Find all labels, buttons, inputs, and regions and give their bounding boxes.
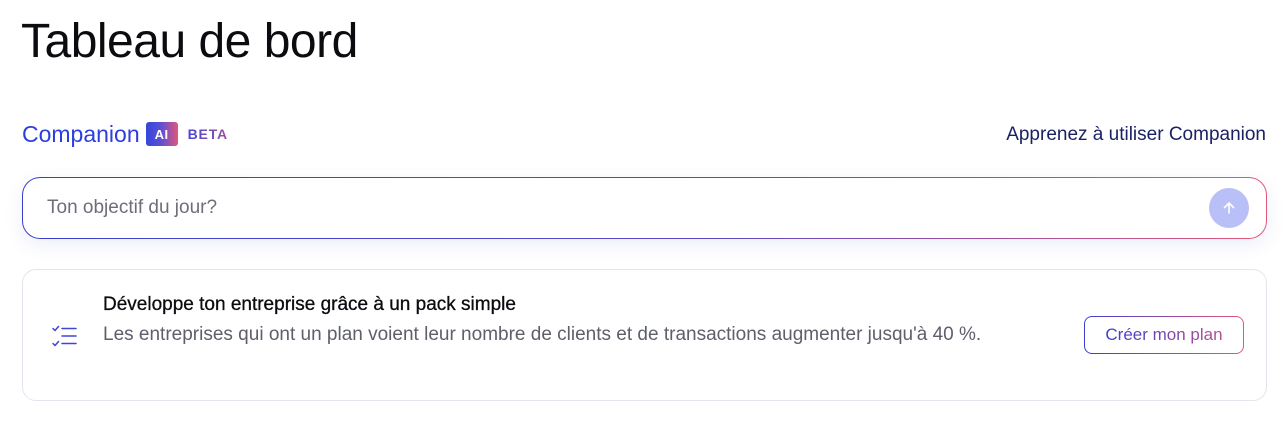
companion-header: Companion AI BETA Apprenez à utiliser Co… <box>22 118 1266 152</box>
objective-input[interactable] <box>47 178 1197 238</box>
checklist-icon <box>52 325 77 347</box>
create-plan-button-inner: Créer mon plan <box>1085 317 1243 353</box>
ai-badge: AI <box>145 122 178 146</box>
companion-name: Companion <box>22 121 140 147</box>
create-plan-button-label: Créer mon plan <box>1105 325 1223 344</box>
dashboard-page: Tableau de bord Companion AI BETA Appren… <box>0 0 1284 421</box>
companion-prompt-inner <box>23 178 1266 238</box>
arrow-up-icon <box>1223 202 1235 214</box>
companion-brand: Companion AI BETA <box>22 118 228 150</box>
send-button[interactable] <box>1209 188 1249 228</box>
learn-companion-link[interactable]: Apprenez à utiliser Companion <box>1006 122 1266 148</box>
page-title: Tableau de bord <box>21 15 358 68</box>
create-plan-button[interactable]: Créer mon plan <box>1084 316 1244 354</box>
beta-badge: BETA <box>187 126 228 142</box>
plan-card: Développe ton entreprise grâce à un pack… <box>22 269 1267 401</box>
plan-card-title: Développe ton entreprise grâce à un pack… <box>103 294 516 315</box>
companion-prompt-box <box>22 177 1267 239</box>
plan-card-description: Les entreprises qui ont un plan voient l… <box>103 324 982 345</box>
